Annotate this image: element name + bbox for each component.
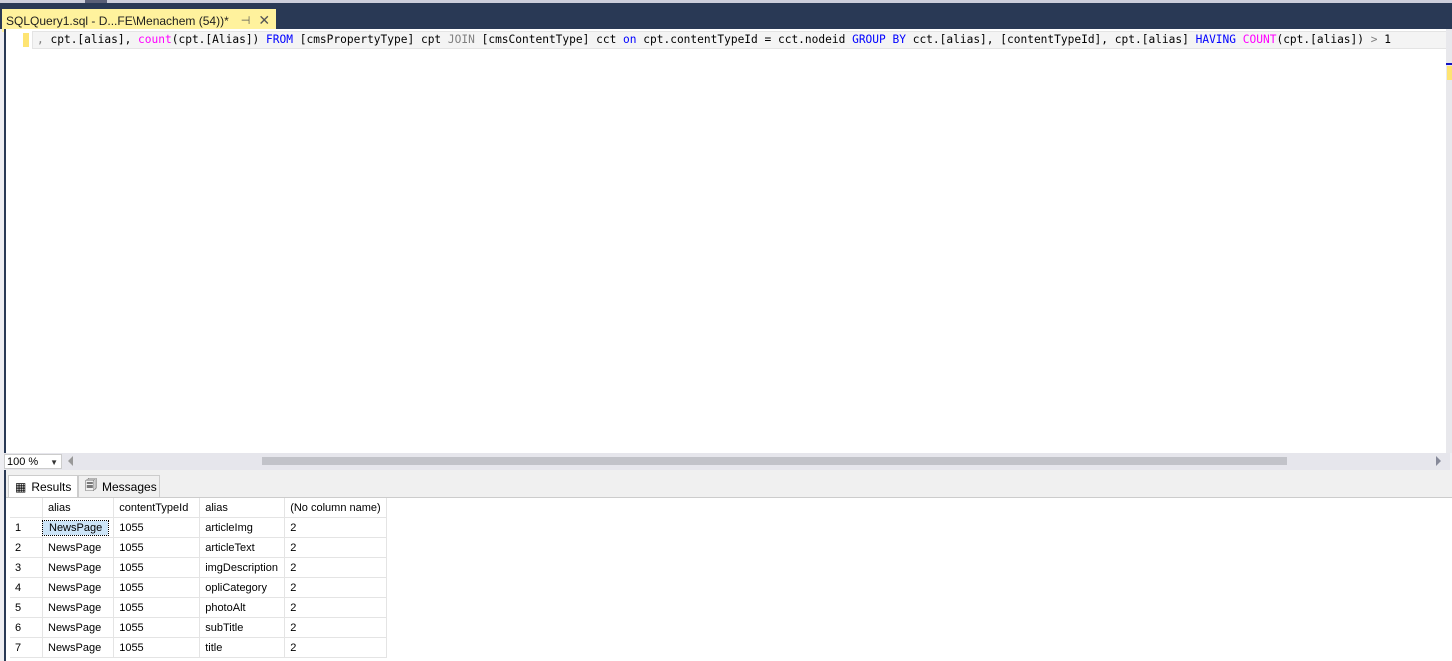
zoom-value: 100 % <box>7 456 39 468</box>
zoom-select[interactable]: 100 % ▼ <box>4 454 62 469</box>
close-icon[interactable]: ✕ <box>258 12 270 29</box>
grid-cell[interactable]: 2 <box>284 537 388 558</box>
grid-cell[interactable]: 2 <box>284 597 388 618</box>
sql-token: (cpt.[alias]) <box>1276 33 1371 46</box>
sql-token: [cmsContentType] cct <box>474 33 624 46</box>
grid-cell[interactable]: 1055 <box>113 577 201 598</box>
grid-cell[interactable]: 2 <box>284 557 388 578</box>
change-marker <box>23 33 29 47</box>
horizontal-scrollbar-thumb[interactable] <box>262 457 1287 465</box>
row-number[interactable]: 1 <box>10 517 43 538</box>
grid-cell[interactable]: 2 <box>284 577 388 598</box>
table-row[interactable]: 4 NewsPage 1055 opliCategory 2 <box>10 577 388 598</box>
row-number[interactable]: 7 <box>10 637 43 658</box>
query-editor[interactable]: , cpt.[alias], count(cpt.[Alias]) FROM [… <box>4 29 1448 453</box>
grid-cell[interactable]: NewsPage <box>42 557 115 578</box>
row-number-header <box>10 498 43 518</box>
grid-cell[interactable]: 2 <box>284 637 388 658</box>
document-tab-bar: SQLQuery1.sql - D...FE\Menachem (54))* ⊣… <box>0 3 1452 32</box>
grid-cell[interactable]: 1055 <box>113 517 201 538</box>
column-header[interactable]: (No column name) <box>284 498 388 518</box>
table-row[interactable]: 2 NewsPage 1055 articleText 2 <box>10 537 388 558</box>
results-grid[interactable]: alias contentTypeId alias (No column nam… <box>10 498 388 658</box>
table-row[interactable]: 1 NewsPage 1055 articleImg 2 <box>10 517 388 538</box>
scroll-left-icon[interactable] <box>68 456 73 466</box>
table-row[interactable]: 6 NewsPage 1055 subTitle 2 <box>10 617 388 638</box>
row-number[interactable]: 3 <box>10 557 43 578</box>
sql-token: (cpt.[Alias]) <box>171 33 267 46</box>
grid-cell[interactable]: NewsPage <box>42 597 115 618</box>
pin-icon[interactable]: ⊣ <box>241 14 251 27</box>
grid-cell[interactable]: articleImg <box>199 517 286 538</box>
sql-token: 1 <box>1377 33 1391 46</box>
column-header[interactable]: alias <box>42 498 115 518</box>
column-header[interactable]: contentTypeId <box>113 498 201 518</box>
results-tabs: ▦ Results 🗐 Messages <box>6 470 1452 498</box>
editor-bottom-bar: 100 % ▼ <box>4 453 1450 470</box>
grid-cell[interactable]: NewsPage <box>42 537 115 558</box>
grid-cell[interactable]: opliCategory <box>199 577 286 598</box>
sql-token: FROM <box>266 33 293 46</box>
grid-cell[interactable]: 1055 <box>113 537 201 558</box>
change-overview-marker <box>1447 66 1452 80</box>
sql-token: cpt.[alias], <box>43 33 139 46</box>
table-row[interactable]: 7 NewsPage 1055 title 2 <box>10 637 388 658</box>
table-row[interactable]: 3 NewsPage 1055 imgDescription 2 <box>10 557 388 578</box>
grid-cell[interactable]: 2 <box>284 617 388 638</box>
grid-cell[interactable]: NewsPage <box>42 577 115 598</box>
grid-cell[interactable]: NewsPage <box>42 637 115 658</box>
sql-token: cct.[alias], [contentTypeId], cpt.[alias… <box>905 33 1196 46</box>
tab-results-label: Results <box>31 479 72 494</box>
caret-marker <box>1446 63 1452 65</box>
sql-token: cpt.contentTypeId = cct.nodeid <box>636 33 853 46</box>
row-number[interactable]: 6 <box>10 617 43 638</box>
table-row[interactable]: 5 NewsPage 1055 photoAlt 2 <box>10 597 388 618</box>
grid-cell[interactable]: NewsPage <box>42 617 115 638</box>
grid-cell[interactable]: 2 <box>284 517 388 538</box>
row-number[interactable]: 2 <box>10 537 43 558</box>
sql-token: [cmsPropertyType] cpt <box>292 33 448 46</box>
grid-cell[interactable]: subTitle <box>199 617 286 638</box>
tab-messages-label: Messages <box>102 479 157 494</box>
scroll-right-icon[interactable] <box>1436 456 1441 466</box>
grid-icon: ▦ <box>15 479 27 494</box>
grid-cell[interactable]: 1055 <box>113 637 201 658</box>
sql-token: count <box>138 33 172 46</box>
grid-cell[interactable]: imgDescription <box>199 557 286 578</box>
grid-cell[interactable]: 1055 <box>113 557 201 578</box>
grid-cell[interactable]: photoAlt <box>199 597 286 618</box>
grid-cell[interactable]: articleText <box>199 537 286 558</box>
sql-token: JOIN <box>447 33 475 46</box>
row-number[interactable]: 5 <box>10 597 43 618</box>
line-prefix: , <box>37 33 44 46</box>
sql-token: COUNT <box>1242 33 1277 46</box>
column-header[interactable]: alias <box>199 498 286 518</box>
tab-messages[interactable]: 🗐 Messages <box>78 475 160 497</box>
editor-gutter <box>6 29 20 453</box>
chevron-down-icon: ▼ <box>50 458 58 467</box>
row-number[interactable]: 4 <box>10 577 43 598</box>
results-pane: ▦ Results 🗐 Messages alias contentTypeId a… <box>4 470 1452 661</box>
tab-results[interactable]: ▦ Results <box>8 475 78 497</box>
sql-token: > <box>1370 33 1378 46</box>
vertical-scrollbar[interactable] <box>1446 29 1452 453</box>
grid-cell[interactable]: NewsPage <box>41 517 115 538</box>
grid-header-row: alias contentTypeId alias (No column nam… <box>10 498 388 518</box>
sql-code-line[interactable]: , cpt.[alias], count(cpt.[Alias]) FROM [… <box>32 31 1448 49</box>
sql-token: on <box>623 33 637 46</box>
document-tab-title: SQLQuery1.sql - D...FE\Menachem (54))* <box>6 13 229 28</box>
grid-cell[interactable]: 1055 <box>113 617 201 638</box>
selected-cell-value: NewsPage <box>41 519 110 536</box>
sql-token: GROUP BY <box>852 33 906 46</box>
grid-cell[interactable]: 1055 <box>113 597 201 618</box>
messages-icon: 🗐 <box>85 478 97 492</box>
sql-token: HAVING <box>1195 33 1237 46</box>
grid-cell[interactable]: title <box>199 637 286 658</box>
